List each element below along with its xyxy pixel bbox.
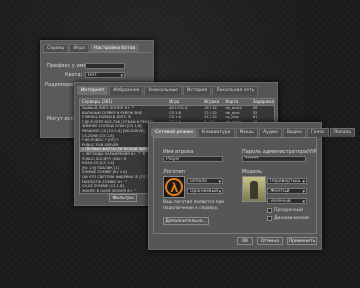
settings-window: Сетевой режим Клавиатура Мышь Аудио Виде… xyxy=(148,122,356,250)
col-game[interactable]: Игра xyxy=(167,99,202,105)
logo-color-select[interactable]: Оранжевый xyxy=(187,188,223,194)
tab-video[interactable]: Видео xyxy=(282,128,306,137)
logo-label: Логотип xyxy=(163,169,185,175)
dynamic-label: Динамический xyxy=(274,216,309,221)
ok-button[interactable]: ОК xyxy=(237,237,253,245)
transparent-checkbox[interactable] xyxy=(267,208,272,213)
settings-tabs: Сетевой режим Клавиатура Мышь Аудио Виде… xyxy=(149,128,356,137)
model-color-bottom-select[interactable]: Зеленый xyxy=(267,198,307,204)
col-players[interactable]: Игроки xyxy=(202,99,223,105)
tab-voice[interactable]: Голос xyxy=(306,128,329,137)
dynamic-checkbox[interactable] xyxy=(267,216,272,221)
tab-mouse[interactable]: Мышь xyxy=(235,128,259,137)
col-latency[interactable]: Задержка xyxy=(251,99,274,105)
model-select[interactable]: Перевертыш xyxy=(267,178,307,184)
model-label: Модель xyxy=(242,169,263,175)
tab-audio[interactable]: Аудио xyxy=(259,128,282,137)
transparent-label: Прозрачный xyxy=(274,208,304,213)
model-preview xyxy=(242,176,266,202)
password-label: Пароль администратора/VIP xyxy=(242,149,317,155)
tab-internet[interactable]: Интернет xyxy=(77,86,109,95)
quota-dropdown[interactable]: Нет xyxy=(85,72,125,78)
advanced-button[interactable]: Дополнительно... xyxy=(163,217,209,225)
password-input[interactable]: ****** xyxy=(242,156,306,162)
col-map[interactable]: Карта xyxy=(224,99,251,105)
model-color-top-select[interactable]: Желтый xyxy=(267,188,307,194)
player-name-label: Имя игрока xyxy=(163,149,194,155)
tab-keyboard[interactable]: Клавиатура xyxy=(197,128,235,137)
server-browser-tabs: Интернет Избранное Уникальные История Ло… xyxy=(75,86,277,95)
tab-divider xyxy=(43,52,151,53)
col-servers[interactable]: Серверы (281) xyxy=(80,99,167,105)
quota-label: Квота: xyxy=(65,72,83,78)
tab-lan[interactable]: Локальная сеть xyxy=(212,86,259,95)
filters-button[interactable]: Фильтры xyxy=(109,194,137,202)
tab-multiplayer[interactable]: Сетевой режим xyxy=(151,128,197,137)
tab-favorites[interactable]: Избранное xyxy=(109,86,144,95)
player-model-icon xyxy=(250,181,258,199)
tab-history[interactable]: История xyxy=(182,86,212,95)
cancel-button[interactable]: Отмена xyxy=(257,237,283,245)
server-list-header: Серверы (281) Игра Игроки Карта Задержка xyxy=(80,99,274,106)
tab-locale[interactable]: Локаль xyxy=(329,128,356,137)
player-name-input[interactable]: Player xyxy=(163,156,223,162)
logo-preview xyxy=(163,176,185,198)
logo-select[interactable]: lambda xyxy=(187,178,223,184)
logo-note: Ваш логотип появится при подключении к с… xyxy=(163,200,225,211)
lambda-logo-icon xyxy=(165,178,183,196)
tab-unique[interactable]: Уникальные xyxy=(144,86,182,95)
prefix-input[interactable] xyxy=(85,63,125,69)
apply-button[interactable]: Применить xyxy=(287,237,317,245)
